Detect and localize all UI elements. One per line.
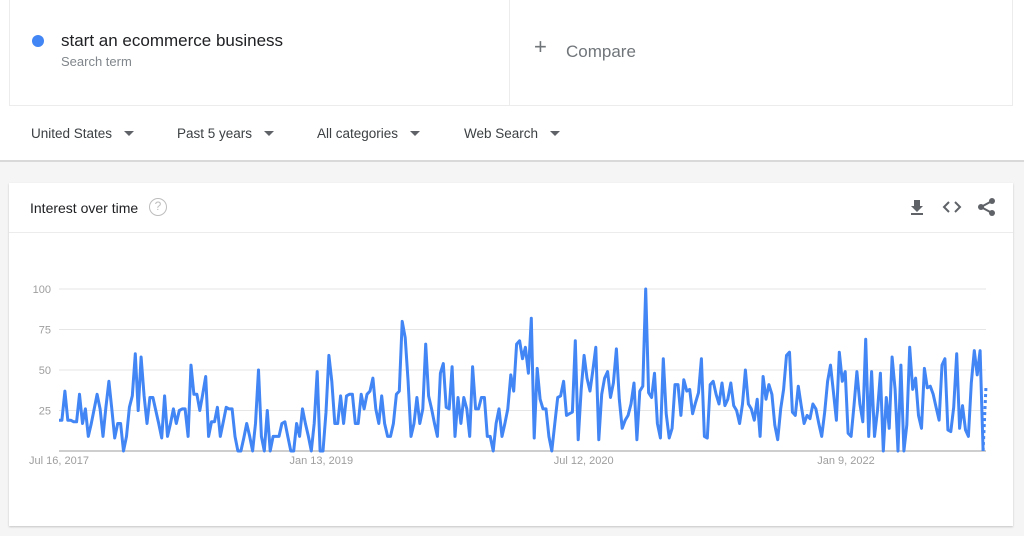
filter-bar: United States Past 5 years All categorie… bbox=[0, 106, 1024, 162]
caret-down-icon bbox=[410, 131, 421, 136]
filter-search-type-label: Web Search bbox=[464, 126, 539, 141]
card-header: Interest over time ? bbox=[9, 183, 1013, 233]
filter-region-dropdown[interactable]: United States bbox=[31, 126, 135, 141]
header-panel: start an ecommerce business Search term … bbox=[0, 0, 1024, 162]
y-tick-label: 100 bbox=[33, 284, 51, 296]
x-tick-label: Jul 12, 2020 bbox=[554, 455, 614, 467]
compare-label: Compare bbox=[566, 42, 636, 61]
filter-category-label: All categories bbox=[317, 126, 399, 141]
download-icon[interactable] bbox=[907, 197, 927, 217]
compare-button[interactable]: + Compare bbox=[510, 0, 1013, 106]
y-tick-label: 75 bbox=[39, 325, 51, 337]
x-tick-label: Jan 9, 2022 bbox=[817, 455, 875, 467]
y-tick-label: 25 bbox=[39, 406, 51, 418]
filter-category-dropdown[interactable]: All categories bbox=[317, 126, 421, 141]
x-tick-label: Jul 16, 2017 bbox=[29, 455, 89, 467]
y-tick-label: 50 bbox=[39, 365, 51, 377]
plus-icon: + bbox=[534, 34, 547, 59]
caret-down-icon bbox=[550, 131, 561, 136]
search-term-label[interactable]: start an ecommerce business bbox=[61, 31, 283, 51]
share-icon[interactable] bbox=[977, 197, 997, 217]
search-term-card[interactable]: start an ecommerce business Search term bbox=[9, 0, 510, 106]
help-icon[interactable]: ? bbox=[149, 198, 167, 216]
embed-code-icon[interactable] bbox=[942, 197, 962, 217]
search-term-sublabel: Search term bbox=[61, 54, 132, 69]
filter-time-label: Past 5 years bbox=[177, 126, 253, 141]
interest-over-time-card: Interest over time ? 25 50 75 100 Jul 16, 2… bbox=[9, 183, 1013, 526]
filter-region-label: United States bbox=[31, 126, 113, 141]
card-title: Interest over time bbox=[30, 200, 139, 216]
caret-down-icon bbox=[264, 131, 275, 136]
series-color-dot bbox=[32, 35, 44, 47]
x-tick-label: Jan 13, 2019 bbox=[290, 455, 354, 467]
filter-time-dropdown[interactable]: Past 5 years bbox=[177, 126, 275, 141]
filter-search-type-dropdown[interactable]: Web Search bbox=[464, 126, 561, 141]
caret-down-icon bbox=[124, 131, 135, 136]
line-chart[interactable]: 25 50 75 100 Jul 16, 2017 Jan 13, 2019 Jul 12… bbox=[9, 233, 1013, 526]
